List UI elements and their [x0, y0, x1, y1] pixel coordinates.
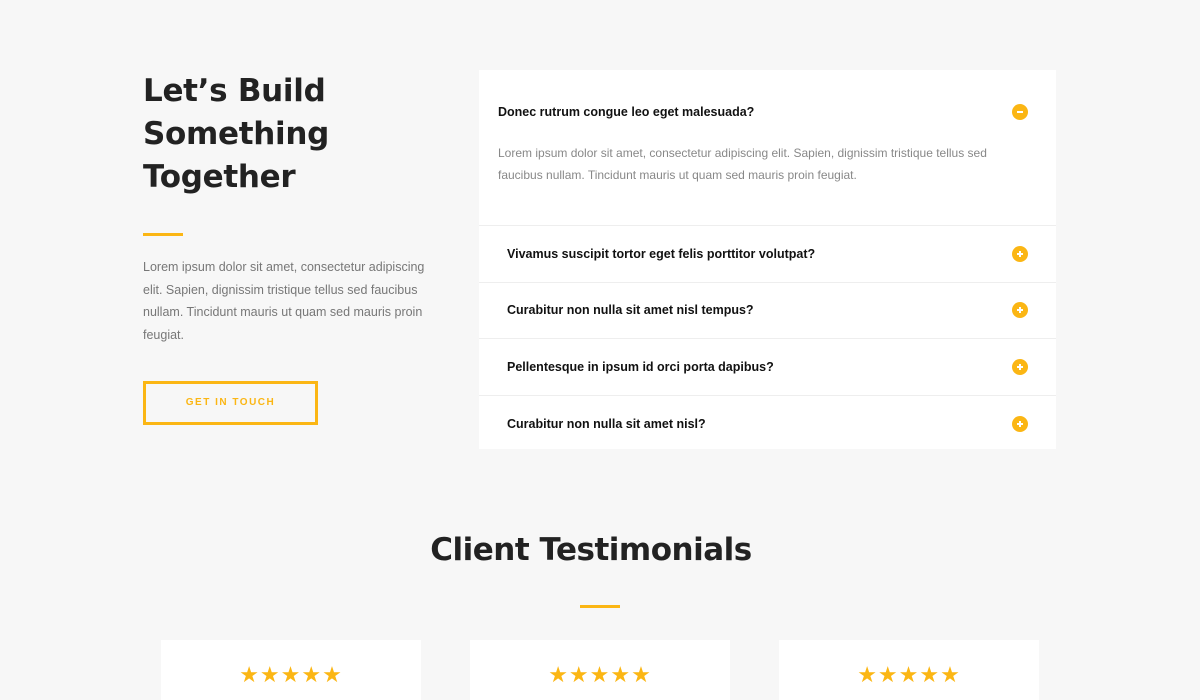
faq-question: Vivamus suscipit tortor eget felis portt… [507, 246, 816, 261]
hero-column: Let’s Build Something Together Lorem ips… [143, 70, 428, 425]
plus-circle-icon[interactable] [1012, 245, 1028, 262]
faq-item[interactable]: Curabitur non nulla sit amet nisl tempus… [479, 283, 1056, 339]
star-rating-icon: ★★★★★ [239, 662, 343, 687]
faq-accordion: Donec rutrum congue leo eget malesuada? … [479, 70, 1056, 449]
faq-item-header[interactable]: Donec rutrum congue leo eget malesuada? [498, 104, 1028, 120]
plus-circle-icon[interactable] [1012, 302, 1028, 319]
faq-answer: Lorem ipsum dolor sit amet, consectetur … [498, 146, 987, 182]
faq-question: Curabitur non nulla sit amet nisl tempus… [507, 303, 754, 318]
plus-circle-icon[interactable] [1012, 358, 1028, 375]
get-in-touch-button[interactable]: GET IN TOUCH [143, 381, 318, 425]
hero-headline: Let’s Build Something Together [143, 70, 428, 199]
hero-intro: Lorem ipsum dolor sit amet, consectetur … [143, 260, 425, 342]
faq-item[interactable]: Curabitur non nulla sit amet nisl? [479, 396, 1056, 453]
headline-line: Something [143, 116, 330, 152]
faq-question: Pellentesque in ipsum id orci porta dapi… [507, 359, 774, 374]
testimonials-title: Client Testimonials [430, 532, 752, 568]
faq-item[interactable]: Pellentesque in ipsum id orci porta dapi… [479, 339, 1056, 396]
star-rating-icon: ★★★★★ [857, 662, 961, 687]
plus-circle-icon[interactable] [1012, 415, 1028, 432]
star-rating-icon: ★★★★★ [548, 662, 652, 687]
testimonials-divider [580, 605, 620, 608]
faq-item[interactable]: Vivamus suscipit tortor eget felis portt… [479, 226, 1056, 283]
faq-question: Curabitur non nulla sit amet nisl? [507, 416, 706, 431]
headline-divider [143, 233, 183, 236]
headline-line: Together [143, 159, 296, 195]
testimonial-card: ★★★★★ [779, 640, 1039, 700]
page: Let’s Build Something Together Lorem ips… [0, 0, 1200, 700]
minus-circle-icon[interactable] [1012, 104, 1028, 120]
testimonial-card: ★★★★★ [470, 640, 730, 700]
headline-line: Let’s Build [143, 73, 326, 109]
faq-item-open: Donec rutrum congue leo eget malesuada? … [479, 70, 1056, 226]
testimonial-card: ★★★★★ [161, 640, 421, 700]
faq-question: Donec rutrum congue leo eget malesuada? [498, 105, 755, 119]
